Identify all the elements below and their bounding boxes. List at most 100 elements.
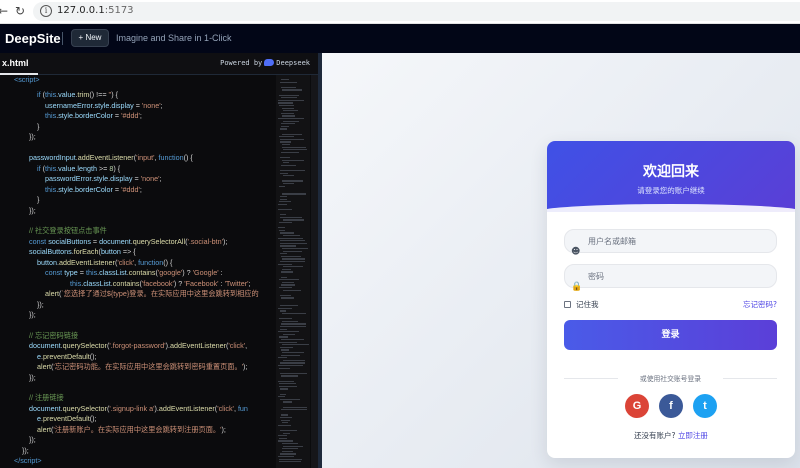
minimap-line [278, 380, 294, 382]
minimap-line [283, 219, 304, 221]
signup-prompt: 还没有账户? 立即注册 [634, 431, 708, 440]
minimap-line [282, 422, 288, 424]
remember-me-checkbox[interactable]: 记住我 [564, 299, 599, 310]
code-line: // 社交登录按钮点击事件 [29, 226, 107, 235]
back-icon[interactable]: ← [0, 4, 8, 18]
password-placeholder: 密码 [588, 272, 604, 281]
minimap-line [282, 258, 305, 260]
reload-icon[interactable]: ↻ [15, 4, 25, 18]
code-editor: x.html Powered by Deepseek <script> if (t… [0, 53, 318, 468]
minimap-line [278, 227, 285, 229]
minimap-line [279, 201, 291, 203]
checkbox-icon[interactable] [564, 301, 571, 308]
minimap-line [278, 99, 304, 102]
code-line: </script> [14, 456, 42, 465]
minimap-line [281, 297, 294, 299]
code-line: }); [29, 372, 36, 382]
social-divider: 或使用社交账号登录 [564, 373, 777, 383]
minimap-line [281, 409, 307, 411]
minimap-line [281, 151, 299, 154]
welcome-subtitle: 请登录您的账户继续 [637, 186, 705, 195]
minimap-line [279, 385, 297, 388]
minimap-line [282, 450, 293, 453]
minimap-line [280, 240, 305, 242]
code-line: alert('注册新账户。在实际应用中这里会跳转到注册页面。'); [37, 424, 226, 434]
code-line: passwordInput.addEventListener('input', … [29, 153, 193, 162]
minimap-line [281, 323, 306, 325]
file-tab[interactable]: x.html [0, 53, 38, 75]
code-line: document.querySelector('.forgot-password… [29, 341, 248, 350]
username-field[interactable]: 用户名或邮箱 [564, 229, 777, 253]
minimap-line [280, 128, 287, 130]
minimap-line [283, 445, 303, 447]
code-line: alert(`您选择了通过${type}登录。在实际应用中这里会跳转到相应的 [45, 289, 259, 298]
header-wave [547, 204, 795, 220]
google-login-button[interactable]: G [625, 394, 649, 418]
minimap-line [279, 458, 302, 460]
minimap-line [278, 118, 304, 120]
minimap-line [279, 185, 285, 187]
code-line: const type = this.classList.contains('go… [45, 268, 223, 277]
minimap-line [280, 393, 286, 395]
minimap-line [282, 313, 306, 315]
code-line: }); [29, 205, 36, 215]
minimap-line [281, 271, 293, 273]
minimap-line [281, 419, 290, 421]
facebook-login-button[interactable]: f [659, 394, 683, 418]
minimap-line [282, 448, 298, 450]
minimap-line [278, 203, 287, 206]
minimap-line [281, 164, 296, 167]
minimap-line [282, 344, 309, 346]
minimap-line [278, 209, 292, 211]
minimap-line [282, 115, 295, 117]
minimap-line [281, 375, 298, 377]
password-field[interactable]: 密码 [564, 264, 777, 288]
forgot-password-link[interactable]: 忘记密码? [743, 299, 777, 310]
code-line: document.querySelector('.signup-link a')… [29, 403, 248, 413]
username-placeholder: 用户名或邮箱 [588, 237, 636, 246]
code-line: e.preventDefault(); [37, 351, 97, 361]
minimap-line [280, 388, 288, 390]
code-minimap[interactable] [276, 75, 310, 468]
minimap-line [279, 105, 294, 107]
code-line: }); [29, 310, 36, 319]
minimap-line [281, 354, 300, 356]
minimap-line [278, 435, 287, 437]
code-line: const socialButtons = document.querySele… [29, 236, 228, 246]
minimap-line [282, 133, 302, 135]
new-button[interactable]: + New [71, 29, 109, 47]
minimap-line [282, 320, 298, 323]
code-line: }); [29, 435, 36, 444]
minimap-line [282, 352, 304, 354]
code-line: if (this.value.trim() !== '') { [37, 90, 119, 99]
minimap-line [280, 242, 307, 245]
minimap-line [280, 305, 298, 307]
minimap-line [280, 198, 287, 200]
minimap-line [283, 333, 295, 336]
editor-scrollbar[interactable] [311, 75, 318, 468]
minimap-line [280, 172, 288, 174]
minimap-line [281, 414, 288, 416]
minimap-line [278, 440, 293, 442]
login-button[interactable]: 登录 [564, 320, 777, 350]
app-logo[interactable]: DeepSite [5, 31, 61, 46]
twitter-login-button[interactable]: t [693, 394, 717, 418]
minimap-line [278, 263, 292, 265]
minimap-line [279, 279, 299, 281]
minimap-line [280, 81, 297, 83]
minimap-line [282, 144, 290, 146]
minimap-line [283, 406, 307, 408]
code-line: // 忘记密码链接 [29, 330, 79, 340]
signup-link[interactable]: 立即注册 [678, 431, 708, 440]
address-bar[interactable]: i 127.0.0.1:5173 [33, 2, 800, 21]
code-line: button.addEventListener('click', functio… [37, 257, 173, 267]
app-tagline: Imagine and Share in 1-Click [116, 33, 232, 43]
minimap-line [281, 339, 304, 341]
site-info-icon[interactable]: i [40, 5, 52, 17]
minimap-line [280, 261, 305, 263]
minimap-line [281, 276, 287, 278]
minimap-line [282, 180, 303, 182]
code-area[interactable]: <script> if (this.value.trim() !== '') {… [0, 75, 275, 468]
minimap-line [282, 443, 298, 445]
minimap-line [280, 196, 287, 198]
